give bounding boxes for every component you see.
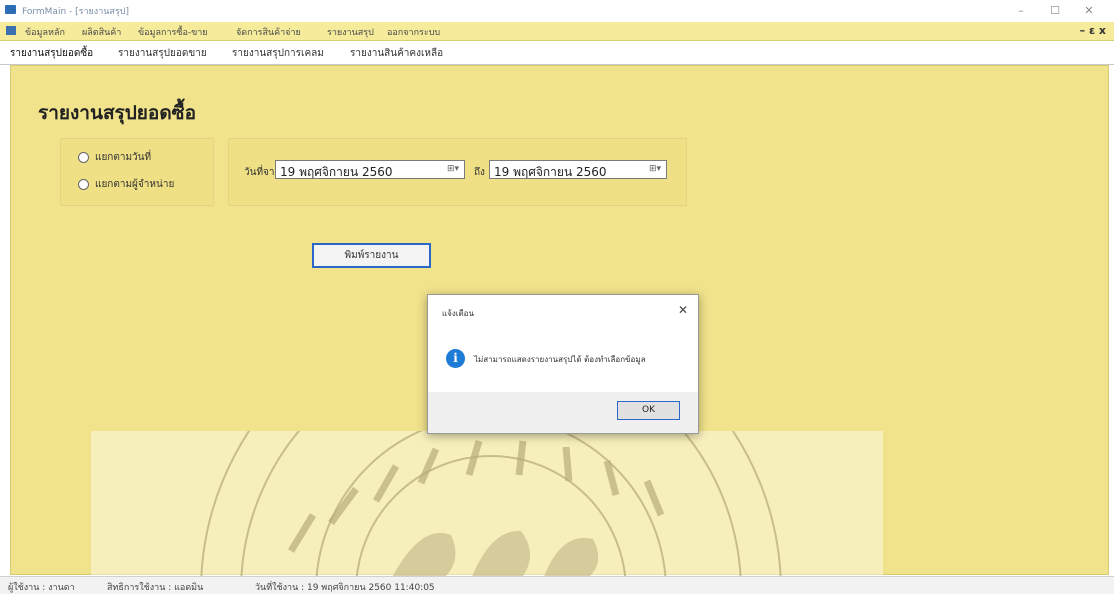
tab-claim-summary[interactable]: รายงานสรุปการเคลม <box>232 46 324 61</box>
tab-sales-summary[interactable]: รายงานสรุปยอดขาย <box>118 46 207 61</box>
menu-buy-sell[interactable]: ข้อมูลการซื้อ-ขาย <box>138 25 208 39</box>
menu-bar: ข้อมูลหลัก ผลิตสินค้า ข้อมูลการซื้อ-ขาย … <box>0 22 1114 41</box>
filter-type-group <box>60 138 214 206</box>
university-seal-watermark <box>91 431 883 581</box>
radio-by-date-label: แยกตามวันที่ <box>95 152 152 163</box>
radio-by-seller[interactable] <box>78 179 89 190</box>
seal-graphic <box>200 431 782 581</box>
window-titlebar: FormMain - [รายงานสรุป] – ☐ ✕ <box>0 0 1114 22</box>
menu-reports[interactable]: รายงานสรุป <box>327 25 374 39</box>
close-button[interactable]: ✕ <box>1076 3 1102 19</box>
alert-dialog: แจ้งเตือน ✕ i ไม่สามารถแสดงรายงานสรุปได้… <box>427 294 699 434</box>
menu-main-data[interactable]: ข้อมูลหลัก <box>25 25 65 39</box>
date-from-value: 19 พฤศจิกายน 2560 <box>280 165 393 179</box>
status-bar: ผู้ใช้งาน : งานดา สิทธิการใช้งาน : แอดมิ… <box>0 576 1114 594</box>
dialog-message: ไม่สามารถแสดงรายงานสรุปได้ ต้องทำเลือกข้… <box>474 355 646 364</box>
minimize-button[interactable]: – <box>1008 3 1034 19</box>
calendar-dropdown-icon: ⊞▾ <box>446 164 459 174</box>
app-icon <box>5 5 16 14</box>
mdi-window-controls[interactable]: – ɛ x <box>1080 24 1106 37</box>
tab-purchase-summary[interactable]: รายงานสรุปยอดซื้อ <box>10 46 93 61</box>
info-icon: i <box>446 349 465 368</box>
radio-by-seller-label: แยกตามผู้จำหน่าย <box>95 179 175 190</box>
report-tabs: รายงานสรุปยอดซื้อ รายงานสรุปยอดขาย รายงา… <box>0 41 1114 65</box>
dialog-close-button[interactable]: ✕ <box>678 303 688 317</box>
tab-stock-summary[interactable]: รายงานสินค้าคงเหลือ <box>350 46 443 61</box>
date-to-picker[interactable]: 19 พฤศจิกายน 2560 ⊞▾ <box>489 160 667 179</box>
dialog-title: แจ้งเตือน <box>442 309 474 318</box>
menu-app-icon <box>6 26 16 35</box>
dialog-ok-button[interactable]: OK <box>617 401 680 420</box>
date-from-picker[interactable]: 19 พฤศจิกายน 2560 ⊞▾ <box>275 160 465 179</box>
print-report-button[interactable]: พิมพ์รายงาน <box>312 243 431 268</box>
dialog-footer: OK <box>428 392 698 433</box>
date-to-value: 19 พฤศจิกายน 2560 <box>494 165 607 179</box>
maximize-button[interactable]: ☐ <box>1042 3 1068 19</box>
menu-logout[interactable]: ออกจากระบบ <box>387 25 440 39</box>
page-title: รายงานสรุปยอดซื้อ <box>38 102 196 124</box>
radio-by-date[interactable] <box>78 152 89 163</box>
window-title: FormMain - [รายงานสรุป] <box>22 7 129 17</box>
calendar-dropdown-icon: ⊞▾ <box>648 164 661 174</box>
status-user: ผู้ใช้งาน : งานดา <box>8 583 75 593</box>
status-role: สิทธิการใช้งาน : แอดมิน <box>107 583 204 593</box>
status-datetime: วันที่ใช้งาน : 19 พฤศจิกายน 2560 11:40:0… <box>255 583 435 593</box>
menu-manage-goods[interactable]: จัดการสินค้าจ่าย <box>236 25 301 39</box>
menu-products[interactable]: ผลิตสินค้า <box>82 25 121 39</box>
to-date-label: ถึง <box>474 167 485 178</box>
